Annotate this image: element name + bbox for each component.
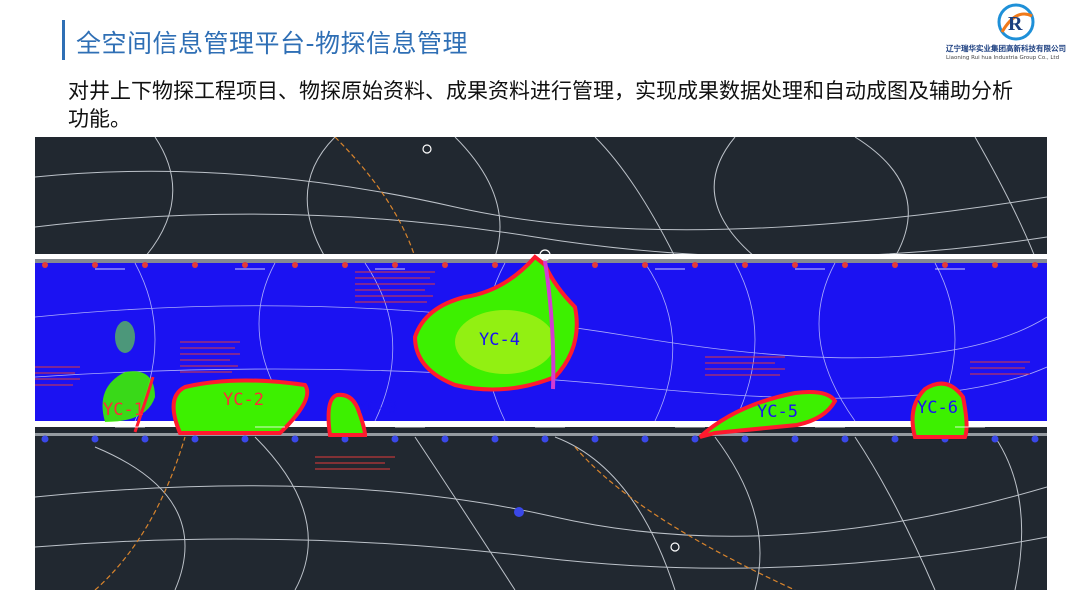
anomaly-yc-3[interactable]: YC-3	[326, 392, 398, 437]
survey-points-bottom	[41, 435, 1039, 443]
anomaly-label-yc-3: YC-3	[357, 398, 398, 418]
page-description: 对井上下物探工程项目、物探原始资料、成果资料进行管理，实现成果数据处理和自动成图…	[68, 79, 1013, 131]
anomaly-yc-6[interactable]: YC-6	[910, 381, 969, 439]
anomaly-label-yc-1: YC-1	[103, 400, 144, 420]
geophysical-map-view[interactable]: YC-1 YC-2 YC-3 YC-4 YC-5 YC-6	[35, 137, 1047, 590]
borehole-marker	[514, 507, 524, 517]
company-name-en: Liaoning Rui hua Industria Group Co., Lt…	[946, 55, 1060, 61]
title-accent-bar	[62, 20, 65, 60]
page-title: 全空间信息管理平台-物探信息管理	[76, 29, 469, 58]
anomaly-label-yc-2: YC-2	[223, 390, 264, 410]
geophysical-map-canvas[interactable]: YC-1 YC-2 YC-3 YC-4 YC-5 YC-6	[35, 137, 1047, 590]
svg-text:R: R	[1008, 13, 1023, 35]
anomaly-yc-2[interactable]: YC-2	[171, 378, 310, 435]
anomaly-label-yc-4: YC-4	[479, 330, 520, 350]
company-name: 辽宁瑞华实业集团高新科技有限公司	[946, 44, 1066, 53]
anomaly-label-yc-5: YC-5	[757, 402, 798, 422]
anomaly-label-yc-6: YC-6	[917, 398, 958, 418]
